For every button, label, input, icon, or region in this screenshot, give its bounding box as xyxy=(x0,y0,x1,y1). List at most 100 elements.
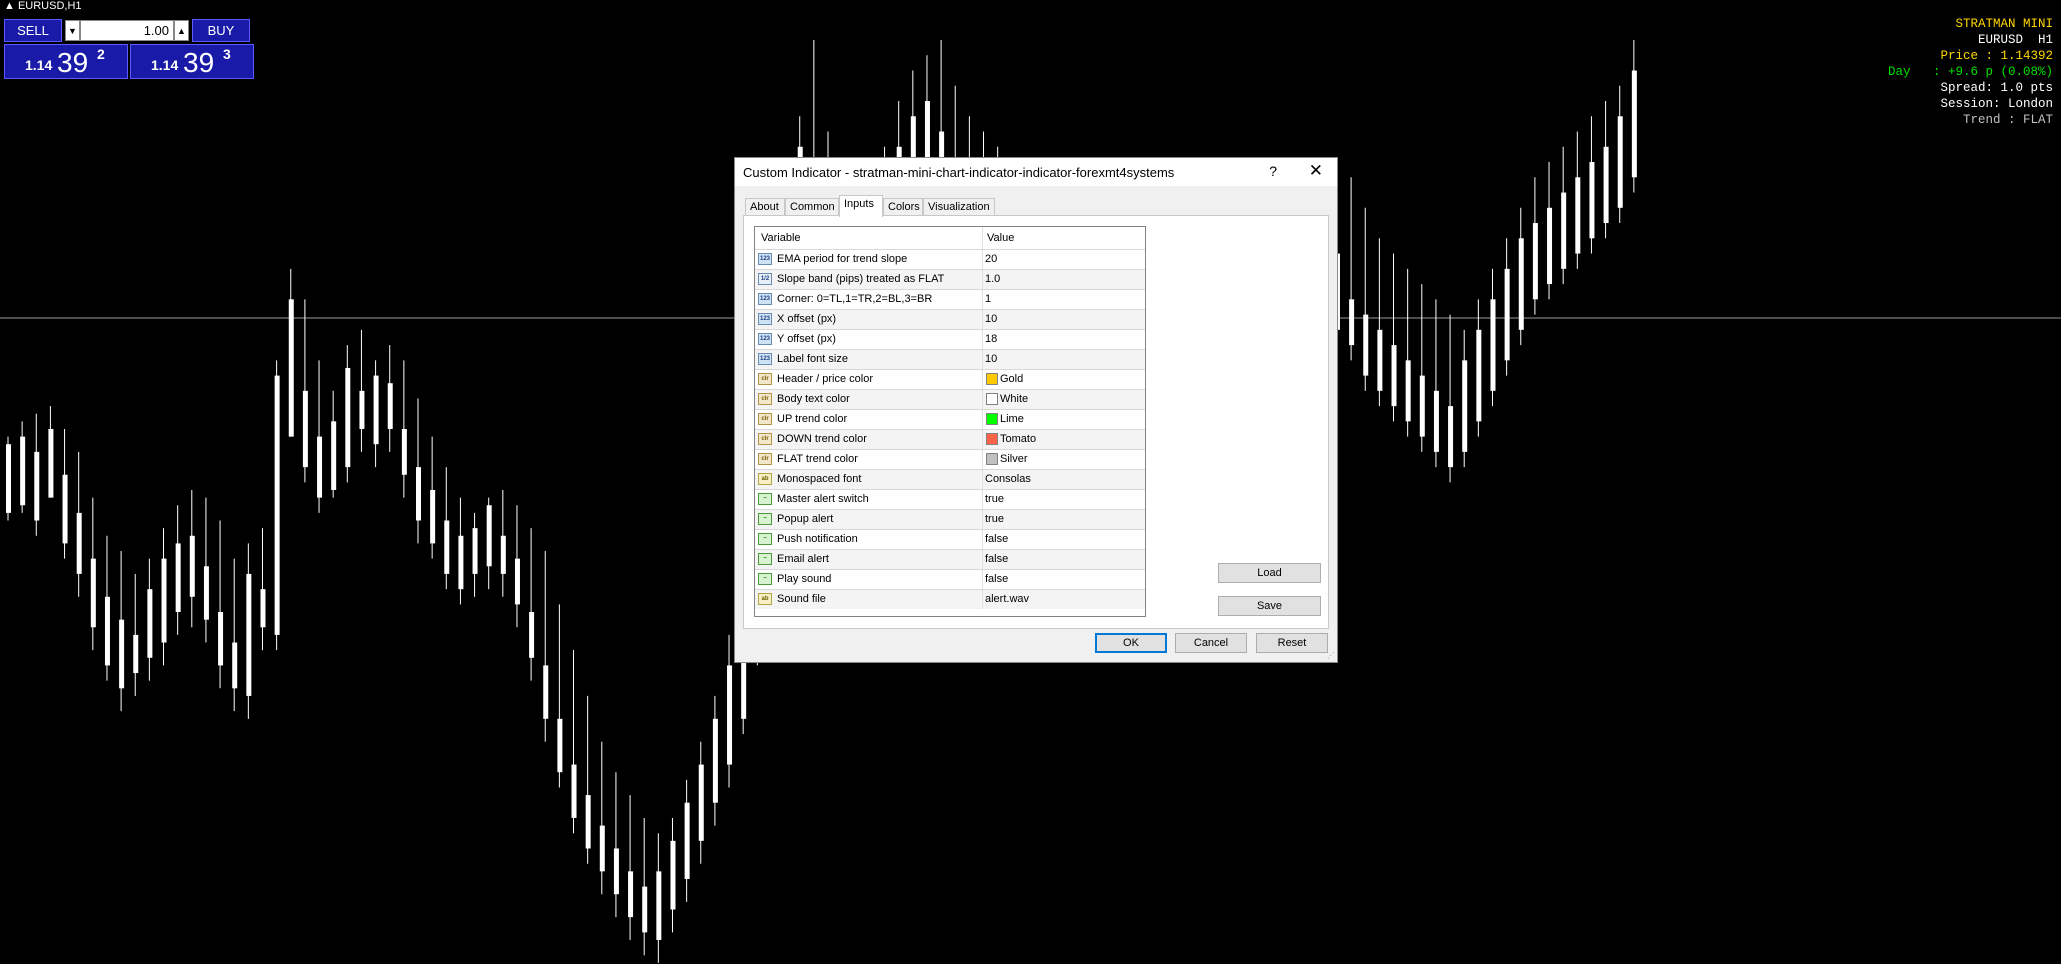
collapse-arrow-icon[interactable]: ▲ xyxy=(4,0,15,12)
input-row[interactable]: ~ Popup alert true xyxy=(755,509,1145,529)
candle-body xyxy=(387,383,393,429)
resize-grip-icon[interactable]: ⋰ xyxy=(1327,652,1335,660)
sell-button[interactable]: SELL xyxy=(4,19,62,42)
input-value[interactable]: 1.0 xyxy=(985,270,1000,289)
column-divider xyxy=(982,310,983,329)
int-icon: 123 xyxy=(758,313,772,325)
candle-body xyxy=(1476,329,1482,422)
candle-body xyxy=(189,535,195,597)
candle-body xyxy=(175,543,181,613)
tab-colors[interactable]: Colors xyxy=(883,198,923,216)
help-button[interactable]: ? xyxy=(1269,163,1277,179)
input-row[interactable]: clr Header / price color Gold xyxy=(755,369,1145,389)
input-value[interactable]: true xyxy=(985,490,1004,509)
input-variable-name: Y offset (px) xyxy=(777,333,836,345)
input-row[interactable]: clr FLAT trend color Silver xyxy=(755,449,1145,469)
tab-common[interactable]: Common xyxy=(785,198,839,216)
input-value[interactable]: false xyxy=(985,550,1008,569)
input-row[interactable]: clr Body text color White xyxy=(755,389,1145,409)
input-row[interactable]: ~ Play sound false xyxy=(755,569,1145,589)
bid-price-point: 2 xyxy=(97,46,105,62)
input-value[interactable]: Lime xyxy=(1000,410,1024,429)
candle-body xyxy=(444,520,450,574)
color-swatch[interactable] xyxy=(986,453,998,465)
input-value[interactable]: Tomato xyxy=(1000,430,1036,449)
color-swatch[interactable] xyxy=(986,413,998,425)
lot-decrease-button[interactable]: ▼ xyxy=(65,20,80,41)
column-divider xyxy=(982,570,983,589)
input-row[interactable]: ~ Email alert false xyxy=(755,549,1145,569)
candle-body xyxy=(486,505,492,567)
candle-body xyxy=(684,802,690,879)
tab-about[interactable]: About xyxy=(745,198,785,216)
color-swatch[interactable] xyxy=(986,393,998,405)
candle-body xyxy=(1433,390,1439,452)
input-value[interactable]: 10 xyxy=(985,310,997,329)
lot-increase-button[interactable]: ▲ xyxy=(174,20,189,41)
input-value[interactable]: 10 xyxy=(985,350,997,369)
input-row[interactable]: 1/2 Slope band (pips) treated as FLAT 1.0 xyxy=(755,269,1145,289)
input-value[interactable]: Gold xyxy=(1000,370,1023,389)
candle-body xyxy=(599,825,605,872)
candle-body xyxy=(1547,207,1553,285)
buy-button[interactable]: BUY xyxy=(192,19,250,42)
input-row[interactable]: clr UP trend color Lime xyxy=(755,409,1145,429)
input-value[interactable]: 18 xyxy=(985,330,997,349)
input-row[interactable]: ~ Master alert switch true xyxy=(755,489,1145,509)
column-divider xyxy=(982,450,983,469)
bid-price-box[interactable]: 1.14 39 2 xyxy=(4,44,128,79)
ask-price-prefix: 1.14 xyxy=(151,57,179,73)
input-value[interactable]: Silver xyxy=(1000,450,1028,469)
input-row[interactable]: 123 EMA period for trend slope 20 xyxy=(755,249,1145,269)
save-button[interactable]: Save xyxy=(1218,596,1321,616)
input-row[interactable]: 123 X offset (px) 10 xyxy=(755,309,1145,329)
column-header-value[interactable]: Value xyxy=(987,227,1014,249)
load-button[interactable]: Load xyxy=(1218,563,1321,583)
candle-body xyxy=(90,558,96,628)
cancel-button[interactable]: Cancel xyxy=(1175,633,1247,653)
stratman-price: Price : 1.14392 xyxy=(1940,49,2053,63)
input-value[interactable]: 20 xyxy=(985,250,997,269)
input-value[interactable]: Consolas xyxy=(985,470,1031,489)
input-value[interactable]: false xyxy=(985,530,1008,549)
color-swatch[interactable] xyxy=(986,433,998,445)
input-row[interactable]: ~ Push notification false xyxy=(755,529,1145,549)
column-divider[interactable] xyxy=(982,227,983,249)
color-swatch[interactable] xyxy=(986,373,998,385)
input-row[interactable]: clr DOWN trend color Tomato xyxy=(755,429,1145,449)
tab-inputs[interactable]: Inputs xyxy=(839,195,883,217)
input-value[interactable]: alert.wav xyxy=(985,590,1029,609)
candle-body xyxy=(401,428,407,475)
input-row[interactable]: ab Sound file alert.wav xyxy=(755,589,1145,609)
column-divider xyxy=(982,490,983,509)
input-row[interactable]: 123 Corner: 0=TL,1=TR,2=BL,3=BR 1 xyxy=(755,289,1145,309)
stratman-spread: Spread: 1.0 pts xyxy=(1940,81,2053,95)
input-variable-name: Label font size xyxy=(777,353,848,365)
input-value[interactable]: White xyxy=(1000,390,1028,409)
input-row[interactable]: 123 Label font size 10 xyxy=(755,349,1145,369)
column-header-variable[interactable]: Variable xyxy=(761,227,801,249)
candle-body xyxy=(76,512,82,574)
bool-icon: ~ xyxy=(758,553,772,565)
bid-price-big: 39 xyxy=(57,47,89,78)
dialog-titlebar[interactable]: Custom Indicator - stratman-mini-chart-i… xyxy=(735,158,1337,186)
candle-body xyxy=(161,558,167,643)
candle-body xyxy=(104,596,110,666)
ask-price-box[interactable]: 1.14 39 3 xyxy=(130,44,254,79)
input-value[interactable]: 1 xyxy=(985,290,991,309)
input-row[interactable]: ab Monospaced font Consolas xyxy=(755,469,1145,489)
input-variable-name: DOWN trend color xyxy=(777,433,867,445)
input-variable-name: Push notification xyxy=(777,533,858,545)
input-value[interactable]: true xyxy=(985,510,1004,529)
input-row[interactable]: 123 Y offset (px) 18 xyxy=(755,329,1145,349)
ok-button[interactable]: OK xyxy=(1095,633,1167,653)
close-button[interactable]: ✕ xyxy=(1309,161,1323,181)
candle-body xyxy=(430,490,436,544)
candle-body xyxy=(34,451,40,521)
reset-button[interactable]: Reset xyxy=(1256,633,1328,653)
lot-size-input[interactable]: 1.00 xyxy=(80,20,174,41)
dialog-title: Custom Indicator - stratman-mini-chart-i… xyxy=(743,165,1175,180)
tab-visualization[interactable]: Visualization xyxy=(923,198,995,216)
input-value[interactable]: false xyxy=(985,570,1008,589)
candle-body xyxy=(274,375,280,635)
